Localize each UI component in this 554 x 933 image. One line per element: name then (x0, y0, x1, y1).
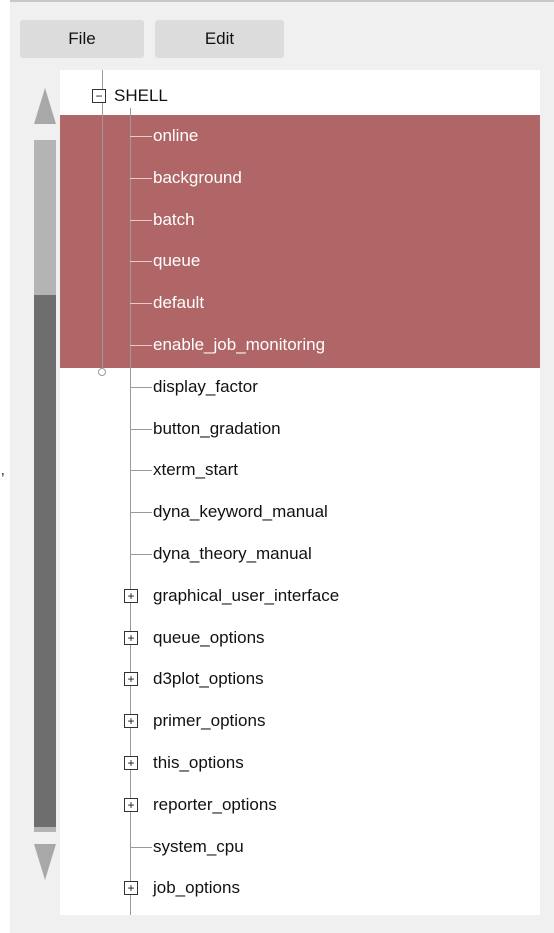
scroll-up-arrow-icon[interactable] (34, 88, 56, 124)
expand-icon[interactable]: + (124, 881, 138, 896)
scroll-thumb[interactable] (34, 295, 56, 827)
tree-branch-tick (130, 428, 152, 430)
expand-icon[interactable]: + (124, 714, 138, 729)
tree-branch-tick (130, 136, 152, 137)
tree-leaf-node[interactable]: display_factor (60, 367, 540, 407)
tree-node-label: display_factor (153, 376, 258, 396)
left-edge-strip: ’ (0, 0, 10, 933)
tree-leaf-node[interactable]: online (60, 116, 540, 156)
tree-branch-tick (130, 470, 152, 472)
tree-branch-tick (130, 303, 152, 305)
tree-group-node[interactable]: + reporter_options (60, 785, 540, 825)
tree-leaf-node[interactable]: batch (60, 200, 540, 240)
expand-icon[interactable]: + (124, 797, 138, 812)
tree-leaf-node[interactable]: system_cpu (60, 827, 540, 867)
tree-node-label: graphical_user_interface (153, 585, 340, 605)
tree-node-label: job_options (153, 878, 240, 898)
tree-branch-tick (130, 177, 152, 179)
tree-group-node[interactable]: + d3plot_options (60, 659, 540, 699)
scroll-down-arrow-icon[interactable] (34, 844, 56, 880)
tree-leaf-node[interactable]: dyna_keyword_manual (60, 492, 540, 532)
tree-node-label: this_options (153, 753, 244, 772)
tree-node-label: dyna_keyword_manual (153, 502, 328, 522)
tree-group-node[interactable]: + job_options (60, 868, 540, 908)
tree-node-label: xterm_start (153, 460, 239, 480)
tree-node-label: batch (153, 209, 195, 229)
tree-node-label: button_gradation (153, 418, 281, 438)
expand-icon[interactable]: + (124, 588, 138, 603)
tree-group-node[interactable]: + primer_options (60, 701, 540, 741)
tree-branch-tick (130, 219, 152, 221)
tree-branch-tick (130, 554, 152, 555)
tree-node-label: reporter_options (153, 794, 277, 814)
tree-leaf-node[interactable]: default (60, 283, 540, 323)
tree-branch-tick (130, 846, 152, 848)
expand-icon[interactable]: + (124, 672, 138, 687)
tree-branch-tick (130, 512, 152, 514)
tree-group-node[interactable]: + graphical_user_interface (60, 576, 540, 616)
scroll-track[interactable] (34, 140, 56, 832)
tree-node-label: d3plot_options (153, 669, 264, 689)
tree-leaf-node[interactable]: xterm_start (60, 450, 540, 490)
tree-node-label: queue_options (153, 627, 265, 647)
tree-group-node[interactable]: + queue_options (60, 618, 540, 658)
edit-menu-button[interactable]: Edit (155, 20, 284, 58)
tree-node-label: system_cpu (153, 836, 244, 856)
tree-leaf-node[interactable]: dyna_theory_manual (60, 534, 540, 574)
tree-leaf-node[interactable]: button_gradation (60, 409, 540, 449)
tree-root-label: SHELL (114, 86, 168, 105)
tree-node-label: online (153, 126, 199, 145)
tree-node-label: queue (153, 251, 201, 271)
tree-leaf-node[interactable]: enable_job_monitoring (60, 325, 540, 365)
tree-node-label: default (153, 293, 205, 313)
left-edge-glyph: ’ (1, 471, 5, 488)
settings-tree: − SHELL online background batch queue defaul… (60, 70, 540, 915)
tree-node-label: background (153, 167, 242, 187)
tree-branch-tick (130, 345, 152, 346)
tree-leaf-node[interactable]: background (60, 158, 540, 198)
tree-node-label: enable_job_monitoring (153, 335, 326, 354)
tree-group-node[interactable]: + this_options (60, 743, 540, 783)
tree-branch-tick (130, 386, 152, 388)
expand-icon[interactable]: + (124, 630, 138, 645)
tree-node-label: primer_options (153, 711, 266, 731)
tree-branch-tick (130, 261, 152, 263)
tree-leaf-node[interactable]: queue (60, 241, 540, 281)
top-divider (10, 0, 554, 2)
tree-root-node[interactable]: − SHELL (60, 76, 540, 116)
file-menu-button[interactable]: File (20, 20, 144, 58)
expand-icon[interactable]: + (124, 756, 138, 770)
tree-node-label: dyna_theory_manual (153, 544, 312, 563)
tree-scrollbar[interactable] (34, 88, 56, 888)
collapse-icon[interactable]: − (92, 89, 106, 103)
